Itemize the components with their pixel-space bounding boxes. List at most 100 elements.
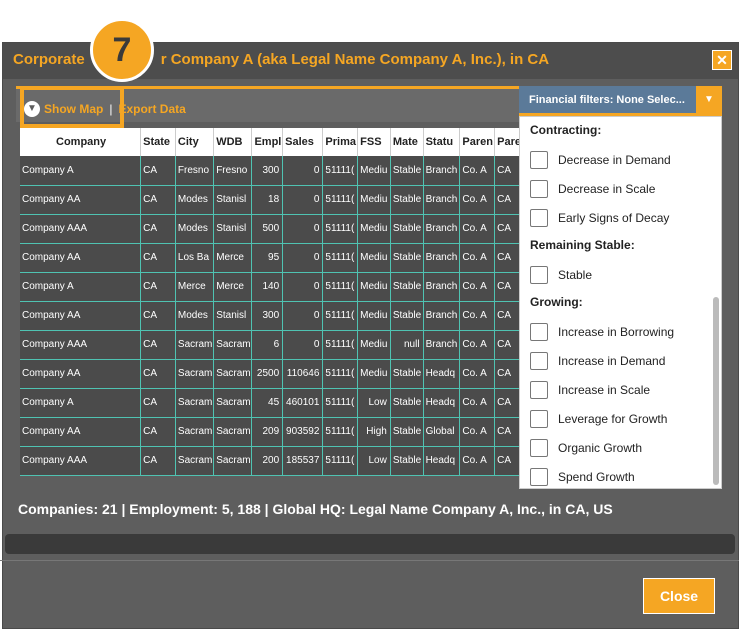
table-row[interactable]: Company A CA Sacram Sacram 45 460101 51111(Low… — [20, 388, 530, 418]
column-header[interactable]: Mate — [390, 128, 424, 156]
table-cell: Headq — [423, 359, 461, 389]
filter-checkbox[interactable] — [530, 265, 548, 284]
financial-filters-button[interactable]: Financial filters: None Selec... ▼ — [519, 86, 722, 116]
table-row[interactable]: Company AA CA Modes Stanisl 18 0 51111(Mediu St… — [20, 185, 530, 215]
table-cell: Mediu — [357, 214, 391, 244]
filter-checkbox[interactable] — [530, 467, 548, 486]
financial-filters-dropdown[interactable]: Contracting: Decrease in Demand Decrease i… — [519, 116, 722, 489]
table-row[interactable]: Company AAA CA Modes Stanisl 500 0 51111(Mediu… — [20, 214, 530, 244]
table-row[interactable]: Company AAA CA Sacram Sacram 200 185537 51111(… — [20, 446, 530, 476]
table-cell: 0 — [282, 272, 324, 302]
close-button[interactable]: Close — [643, 578, 715, 614]
filter-checkbox[interactable] — [530, 179, 548, 198]
column-header[interactable]: City — [175, 128, 215, 156]
column-header[interactable]: State — [140, 128, 176, 156]
table-cell: Sacram — [213, 359, 253, 389]
filter-checkbox[interactable] — [530, 438, 548, 457]
table-cell: Branch — [423, 185, 461, 215]
table-cell: Stable — [390, 417, 424, 447]
table-row[interactable]: Company A CA Merce Merce 140 0 51111(Mediu Stab… — [20, 272, 530, 302]
table-cell: Los Ba — [175, 243, 215, 273]
filter-group-heading: Contracting: — [530, 123, 602, 137]
table-cell: Co. A — [459, 417, 496, 447]
export-data-link[interactable]: Export Data — [118, 102, 185, 116]
table-cell: CA — [140, 301, 176, 331]
table-cell: CA — [140, 243, 176, 273]
table-cell: Stanisl — [213, 185, 253, 215]
table-cell: 460101 — [282, 388, 324, 418]
filter-option[interactable]: Stable — [520, 260, 721, 289]
filter-checkbox[interactable] — [530, 351, 548, 370]
triangle-down-icon: ▼ — [696, 86, 722, 113]
table-row[interactable]: Company AA CA Sacram Sacram 209 903592 51111(H… — [20, 417, 530, 447]
filter-checkbox[interactable] — [530, 322, 548, 341]
table-cell: CA — [140, 388, 176, 418]
table-cell: Company AA — [20, 301, 142, 331]
table-cell: Sacram — [175, 330, 215, 360]
table-cell: Company AAA — [20, 214, 142, 244]
table-row[interactable]: Company AAA CA Sacram Sacram 6 0 51111(Mediu nu… — [20, 330, 530, 360]
table-cell: Sacram — [175, 388, 215, 418]
filter-option[interactable]: Decrease in Scale — [520, 174, 721, 203]
dropdown-scrollbar[interactable] — [713, 297, 719, 485]
filter-option[interactable]: Increase in Borrowing — [520, 317, 721, 346]
table-cell: Stable — [390, 388, 424, 418]
table-row[interactable]: Company AA CA Sacram Sacram 2500 110646 51111(… — [20, 359, 530, 389]
horizontal-scrollbar[interactable] — [5, 534, 735, 554]
table-cell: Company AAA — [20, 330, 142, 360]
table-cell: Merce — [175, 272, 215, 302]
table-cell: CA — [140, 330, 176, 360]
filter-option[interactable]: Organic Growth — [520, 433, 721, 462]
table-row[interactable]: Company AA CA Modes Stanisl 300 0 51111(Mediu S… — [20, 301, 530, 331]
table-cell: 110646 — [282, 359, 324, 389]
column-header[interactable]: Empl — [251, 128, 284, 156]
filter-checkbox[interactable] — [530, 208, 548, 227]
table-cell: 185537 — [282, 446, 324, 476]
table-cell: Modes — [175, 185, 215, 215]
close-icon[interactable]: ✕ — [712, 50, 732, 70]
table-cell: Mediu — [357, 301, 391, 331]
table-cell: Co. A — [459, 388, 496, 418]
filter-option[interactable]: Leverage for Growth — [520, 404, 721, 433]
filter-option[interactable]: Spend Growth — [520, 462, 721, 491]
filter-option-label: Early Signs of Decay — [558, 210, 670, 225]
table-cell: 51111( — [322, 301, 359, 331]
table-cell: Co. A — [459, 359, 496, 389]
column-header[interactable]: Sales — [282, 128, 324, 156]
column-header[interactable]: FSS — [357, 128, 391, 156]
column-header[interactable]: Prima — [322, 128, 359, 156]
table-cell: 51111( — [322, 417, 359, 447]
column-header[interactable]: Company — [20, 128, 142, 156]
table-cell: Company AA — [20, 359, 142, 389]
table-cell: Mediu — [357, 330, 391, 360]
column-header[interactable]: Statu — [423, 128, 461, 156]
column-header[interactable]: WDB — [213, 128, 253, 156]
summary-text: Companies: 21 | Employment: 5, 188 | Glo… — [18, 501, 613, 517]
table-cell: Company A — [20, 388, 142, 418]
dialog-title-right: r Company A (aka Legal Name Company A, I… — [160, 51, 550, 68]
table-cell: CA — [140, 156, 176, 186]
table-cell: 0 — [282, 301, 324, 331]
table-cell: Mediu — [357, 272, 391, 302]
column-header[interactable]: Paren — [459, 128, 496, 156]
filter-option[interactable]: Increase in Scale — [520, 375, 721, 404]
table-cell: Company A — [20, 156, 142, 186]
table-cell: Sacram — [175, 417, 215, 447]
table-row[interactable]: Company AA CA Los Ba Merce 95 0 51111(Mediu Sta… — [20, 243, 530, 273]
table-cell: CA — [140, 214, 176, 244]
filter-checkbox[interactable] — [530, 409, 548, 428]
table-cell: 51111( — [322, 330, 359, 360]
table-row[interactable]: Company A CA Fresno Fresno 300 0 51111(Mediu St… — [20, 156, 530, 186]
filter-option[interactable]: Early Signs of Decay — [520, 203, 721, 232]
filter-option-label: Increase in Scale — [558, 382, 651, 397]
filter-checkbox[interactable] — [530, 380, 548, 399]
table-cell: 51111( — [322, 359, 359, 389]
filter-option[interactable]: Decrease in Demand — [520, 145, 721, 174]
table-cell: Sacram — [213, 330, 253, 360]
filter-option-label: Decrease in Demand — [558, 152, 671, 167]
table-cell: Co. A — [459, 330, 496, 360]
filter-option[interactable]: Increase in Demand — [520, 346, 721, 375]
table-cell: Company AA — [20, 243, 142, 273]
filter-checkbox[interactable] — [530, 150, 548, 169]
filter-option-label: Increase in Borrowing — [558, 324, 675, 339]
